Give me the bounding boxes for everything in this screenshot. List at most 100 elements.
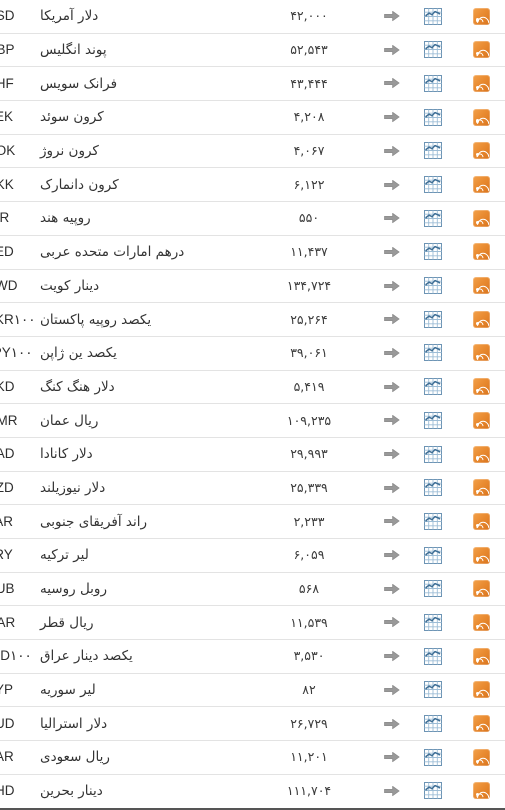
arrow-right-icon[interactable] (383, 583, 400, 595)
chart-cell[interactable] (409, 539, 457, 573)
arrow-cell[interactable] (374, 134, 409, 168)
arrow-cell[interactable] (374, 33, 409, 67)
table-row[interactable]: ۲۵,۳۳۹ دلار نیوزیلند NZD (0, 471, 505, 505)
chart-icon[interactable] (424, 243, 442, 261)
chart-cell[interactable] (409, 370, 457, 404)
arrow-right-icon[interactable] (383, 718, 400, 730)
arrow-cell[interactable] (374, 774, 409, 808)
chart-cell[interactable] (409, 572, 457, 606)
table-row[interactable]: ۱۰۹,۲۳۵ ریال عمان OMR (0, 403, 505, 438)
rss-cell[interactable] (457, 269, 505, 303)
chart-icon[interactable] (424, 310, 442, 328)
arrow-right-icon[interactable] (383, 381, 400, 393)
arrow-right-icon[interactable] (383, 313, 400, 325)
table-row[interactable]: ۴,۲۰۸ کرون سوئد SEK (0, 100, 505, 135)
arrow-cell[interactable] (374, 202, 409, 236)
arrow-right-icon[interactable] (383, 448, 400, 460)
table-row[interactable]: ۲۶,۷۲۹ دلار استرالیا AUD (0, 706, 505, 741)
chart-icon[interactable] (424, 445, 442, 463)
table-row[interactable]: ۱۱,۵۳۹ ریال قطر QAR (0, 605, 505, 640)
rss-icon[interactable] (472, 41, 492, 65)
rss-icon[interactable] (472, 176, 492, 199)
table-row[interactable]: ۸۲ لیر سوریه SYP (0, 673, 505, 707)
table-row[interactable]: ۳,۵۳۰ یکصد دینار عراق IQD۱۰۰ (0, 639, 505, 674)
rss-cell[interactable] (457, 370, 505, 404)
arrow-cell[interactable] (374, 101, 409, 135)
chart-cell[interactable] (409, 336, 457, 370)
rss-cell[interactable] (457, 741, 505, 775)
chart-cell[interactable] (409, 101, 457, 135)
arrow-cell[interactable] (374, 370, 409, 404)
chart-icon[interactable] (424, 209, 442, 227)
rss-icon[interactable] (472, 310, 492, 334)
rss-icon[interactable] (472, 782, 492, 806)
arrow-cell[interactable] (374, 168, 409, 202)
arrow-right-icon[interactable] (383, 179, 400, 191)
chart-cell[interactable] (409, 303, 457, 337)
arrow-cell[interactable] (374, 505, 409, 539)
chart-cell[interactable] (409, 404, 457, 438)
rss-icon[interactable] (472, 445, 492, 469)
rss-icon[interactable] (472, 748, 492, 772)
chart-icon[interactable] (424, 613, 442, 631)
rss-icon[interactable] (472, 108, 492, 132)
rss-icon[interactable] (472, 277, 492, 300)
arrow-right-icon[interactable] (383, 684, 400, 696)
table-row[interactable]: ۴۲,۰۰۰ دلار آمریکا USD (0, 0, 505, 34)
chart-icon[interactable] (424, 512, 442, 530)
rss-cell[interactable] (457, 168, 505, 202)
arrow-cell[interactable] (374, 269, 409, 303)
chart-icon[interactable] (424, 546, 442, 564)
rss-cell[interactable] (457, 33, 505, 67)
arrow-right-icon[interactable] (383, 246, 400, 258)
chart-icon[interactable] (424, 782, 442, 800)
rss-cell[interactable] (457, 774, 505, 808)
rss-cell[interactable] (457, 0, 505, 33)
rss-cell[interactable] (457, 134, 505, 168)
arrow-right-icon[interactable] (383, 785, 400, 797)
chart-cell[interactable] (409, 437, 457, 471)
table-row[interactable]: ۱۳۴,۷۲۴ دینار کویت KWD (0, 269, 505, 303)
arrow-cell[interactable] (374, 303, 409, 337)
arrow-cell[interactable] (374, 471, 409, 505)
arrow-right-icon[interactable] (383, 212, 400, 224)
rss-cell[interactable] (457, 707, 505, 741)
chart-icon[interactable] (424, 715, 442, 733)
chart-icon[interactable] (424, 748, 442, 766)
arrow-right-icon[interactable] (383, 347, 400, 359)
arrow-cell[interactable] (374, 437, 409, 471)
arrow-right-icon[interactable] (383, 280, 400, 292)
rss-icon[interactable] (472, 142, 492, 166)
arrow-cell[interactable] (374, 67, 409, 101)
chart-cell[interactable] (409, 741, 457, 775)
arrow-right-icon[interactable] (383, 549, 400, 561)
chart-icon[interactable] (424, 580, 442, 598)
chart-cell[interactable] (409, 134, 457, 168)
table-row[interactable]: ۱۱۱,۷۰۴ دینار بحرین BHD (0, 774, 505, 809)
rss-icon[interactable] (472, 209, 492, 233)
chart-cell[interactable] (409, 202, 457, 236)
rss-icon[interactable] (472, 74, 492, 98)
rss-cell[interactable] (457, 572, 505, 606)
chart-icon[interactable] (424, 411, 442, 429)
chart-icon[interactable] (424, 108, 442, 126)
chart-cell[interactable] (409, 33, 457, 67)
arrow-cell[interactable] (374, 640, 409, 674)
rss-icon[interactable] (472, 580, 492, 604)
arrow-right-icon[interactable] (383, 616, 400, 628)
rss-icon[interactable] (472, 613, 492, 637)
rss-icon[interactable] (472, 647, 492, 671)
chart-cell[interactable] (409, 0, 457, 33)
chart-icon[interactable] (424, 7, 442, 25)
rss-cell[interactable] (457, 606, 505, 640)
arrow-cell[interactable] (374, 539, 409, 573)
chart-cell[interactable] (409, 606, 457, 640)
arrow-cell[interactable] (374, 235, 409, 269)
chart-icon[interactable] (424, 344, 442, 362)
chart-cell[interactable] (409, 269, 457, 303)
arrow-right-icon[interactable] (383, 414, 400, 426)
rss-cell[interactable] (457, 235, 505, 269)
rss-cell[interactable] (457, 640, 505, 674)
rss-icon[interactable] (472, 344, 492, 368)
arrow-cell[interactable] (374, 404, 409, 438)
